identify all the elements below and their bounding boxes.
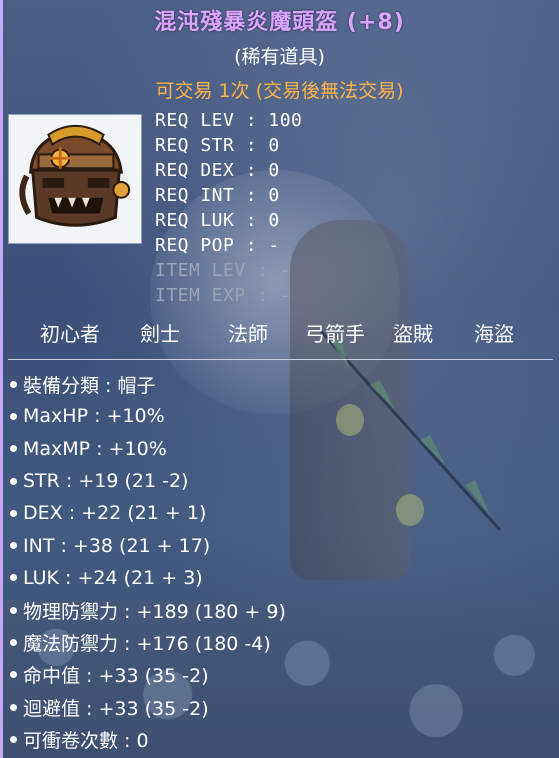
stat-text: INT : +38 (21 + 17)	[23, 534, 211, 557]
stat-text: 魔法防禦力 : +176 (180 -4)	[23, 633, 271, 656]
bullet-icon	[10, 509, 17, 517]
bullet-icon	[10, 703, 17, 711]
stat-text: MaxHP : +10%	[23, 405, 165, 428]
bullet-icon	[10, 542, 17, 550]
requirement-row: REQ STR : 0	[155, 135, 280, 156]
item-rarity: (稀有道具)	[234, 46, 325, 68]
stat-row: 迴避值 : +33 (35 -2)	[10, 691, 286, 723]
bullet-icon	[10, 445, 17, 453]
requirement-row: REQ LUK : 0	[155, 210, 280, 231]
stat-row: 物理防禦力 : +189 (180 + 9)	[10, 594, 286, 626]
background-flags	[318, 330, 502, 532]
requirements-list: REQ LEV : 100 REQ STR : 0 REQ DEX : 0 REQ I…	[155, 110, 302, 310]
tooltip-left-border	[0, 0, 3, 758]
requirement-row: ITEM EXP : -	[155, 285, 292, 306]
bullet-icon	[10, 380, 17, 388]
job-label: 法師	[228, 322, 268, 346]
stat-text: MaxMP : +10%	[23, 437, 167, 460]
bullet-icon	[10, 412, 17, 420]
bullet-icon	[10, 735, 17, 743]
stat-row: 裝備分類 : 帽子	[10, 368, 286, 400]
stat-row: LUK : +24 (21 + 3)	[10, 562, 286, 594]
job-label: 劍士	[140, 322, 180, 346]
job-list: 初心者 劍士 法師 弓箭手 盜賊 海盜	[0, 318, 559, 348]
stat-text: 裝備分類 : 帽子	[23, 374, 156, 397]
stat-row: MaxHP : +10%	[10, 400, 286, 432]
stat-row: MaxMP : +10%	[10, 433, 286, 465]
stat-row: INT : +38 (21 + 17)	[10, 529, 286, 561]
job-label: 盜賊	[393, 322, 433, 346]
item-tooltip: 混沌殘暴炎魔頭盔 (+8) (稀有道具) 可交易 1次 (交易後無法交易) RE…	[0, 0, 559, 758]
stat-row: 命中值 : +33 (35 -2)	[10, 659, 286, 691]
bullet-icon	[10, 477, 17, 485]
job-label: 初心者	[40, 322, 100, 346]
stat-text: 物理防禦力 : +189 (180 + 9)	[23, 600, 286, 623]
divider	[8, 359, 553, 360]
bullet-icon	[10, 671, 17, 679]
requirement-row: REQ INT : 0	[155, 185, 280, 206]
stat-text: DEX : +22 (21 + 1)	[23, 502, 207, 525]
requirement-row: REQ DEX : 0	[155, 160, 280, 181]
stat-text: STR : +19 (21 -2)	[23, 470, 189, 493]
stat-row: DEX : +22 (21 + 1)	[10, 497, 286, 529]
requirement-row: REQ LEV : 100	[155, 110, 303, 131]
item-name: 混沌殘暴炎魔頭盔 (+8)	[154, 10, 405, 35]
bullet-icon	[10, 574, 17, 582]
stat-text: LUK : +24 (21 + 3)	[23, 566, 203, 589]
stats-list: 裝備分類 : 帽子 MaxHP : +10% MaxMP : +10% STR : +…	[10, 368, 286, 756]
stat-text: 可衝卷次數 : 0	[23, 729, 149, 752]
stat-text: 命中值 : +33 (35 -2)	[23, 665, 209, 688]
stat-text: 迴避值 : +33 (35 -2)	[23, 697, 209, 720]
trade-note: 可交易 1次 (交易後無法交易)	[155, 80, 404, 102]
helmet-icon	[8, 114, 142, 244]
requirement-row: REQ POP : -	[155, 235, 280, 256]
stat-row: 可衝卷次數 : 0	[10, 723, 286, 755]
stat-row: STR : +19 (21 -2)	[10, 465, 286, 497]
bullet-icon	[10, 639, 17, 647]
bullet-icon	[10, 606, 17, 614]
job-label: 弓箭手	[305, 322, 365, 346]
job-label: 海盜	[474, 322, 514, 346]
requirement-row: ITEM LEV : -	[155, 260, 292, 281]
stat-row: 魔法防禦力 : +176 (180 -4)	[10, 626, 286, 658]
